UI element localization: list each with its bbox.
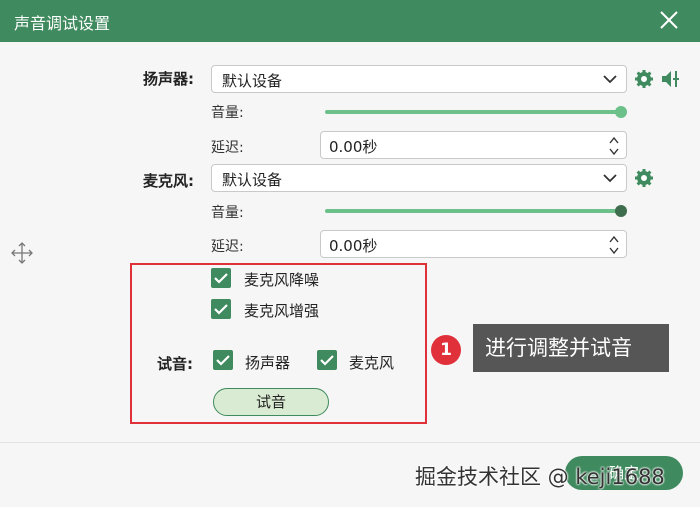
speaker-label: 扬声器:: [143, 70, 194, 88]
speaker-adjust-icon[interactable]: [660, 68, 682, 90]
slider-thumb[interactable]: [615, 106, 627, 118]
microphone-volume-label: 音量:: [211, 205, 244, 221]
move-icon: [10, 241, 34, 265]
checkmark-icon: [214, 273, 228, 284]
test-sound-button[interactable]: 试音: [213, 388, 329, 416]
checkmark-icon: [320, 355, 334, 366]
checkmark-icon: [216, 355, 230, 366]
microphone-delay-value: 0.00秒: [329, 237, 378, 255]
chevron-down-icon: [603, 174, 617, 183]
microphone-gear-icon[interactable]: [634, 168, 654, 188]
spin-arrows-icon[interactable]: [608, 233, 620, 257]
speaker-delay-value: 0.00秒: [329, 138, 378, 156]
speaker-volume-slider[interactable]: [325, 106, 627, 118]
microphone-delay-spinbox[interactable]: 0.00秒: [320, 230, 627, 258]
noise-reduction-checkbox[interactable]: [211, 268, 231, 288]
footer-divider: [0, 442, 700, 443]
test-speaker-checkbox[interactable]: [213, 350, 233, 370]
microphone-label: 麦克风:: [143, 172, 194, 190]
step-badge: 1: [431, 335, 461, 365]
speaker-device-value: 默认设备: [222, 72, 283, 90]
slider-track: [325, 209, 621, 213]
test-speaker-label: 扬声器: [245, 354, 291, 372]
chevron-down-icon: [603, 75, 617, 84]
spin-arrows-icon[interactable]: [608, 134, 620, 158]
close-icon[interactable]: [654, 5, 684, 35]
annotation-callout: 进行调整并试音: [473, 324, 669, 372]
slider-track: [325, 110, 621, 114]
microphone-device-select[interactable]: 默认设备: [211, 164, 627, 192]
speaker-gear-icon[interactable]: [634, 69, 654, 89]
checkmark-icon: [214, 304, 228, 315]
noise-reduction-label: 麦克风降噪: [244, 271, 320, 289]
title-bar: 声音调试设置: [0, 0, 700, 42]
microphone-delay-label: 延迟:: [211, 239, 244, 255]
microphone-device-value: 默认设备: [222, 171, 283, 189]
test-mic-label: 麦克风: [349, 354, 395, 372]
speaker-volume-label: 音量:: [211, 105, 244, 121]
speaker-delay-label: 延迟:: [211, 140, 244, 156]
test-label: 试音:: [157, 355, 193, 373]
watermark: 掘金技术社区 @ keji1688: [415, 465, 665, 489]
sound-settings-dialog: 声音调试设置 扬声器: 默认设备 音量: 延迟: 0.00秒 麦克风: 默认设备…: [0, 0, 700, 507]
window-title: 声音调试设置: [14, 14, 111, 33]
speaker-delay-spinbox[interactable]: 0.00秒: [320, 131, 627, 159]
test-mic-checkbox[interactable]: [317, 350, 337, 370]
speaker-device-select[interactable]: 默认设备: [211, 65, 627, 93]
microphone-volume-slider[interactable]: [325, 205, 627, 217]
slider-thumb[interactable]: [615, 205, 627, 217]
enhance-checkbox[interactable]: [211, 299, 231, 319]
enhance-label: 麦克风增强: [244, 302, 320, 320]
